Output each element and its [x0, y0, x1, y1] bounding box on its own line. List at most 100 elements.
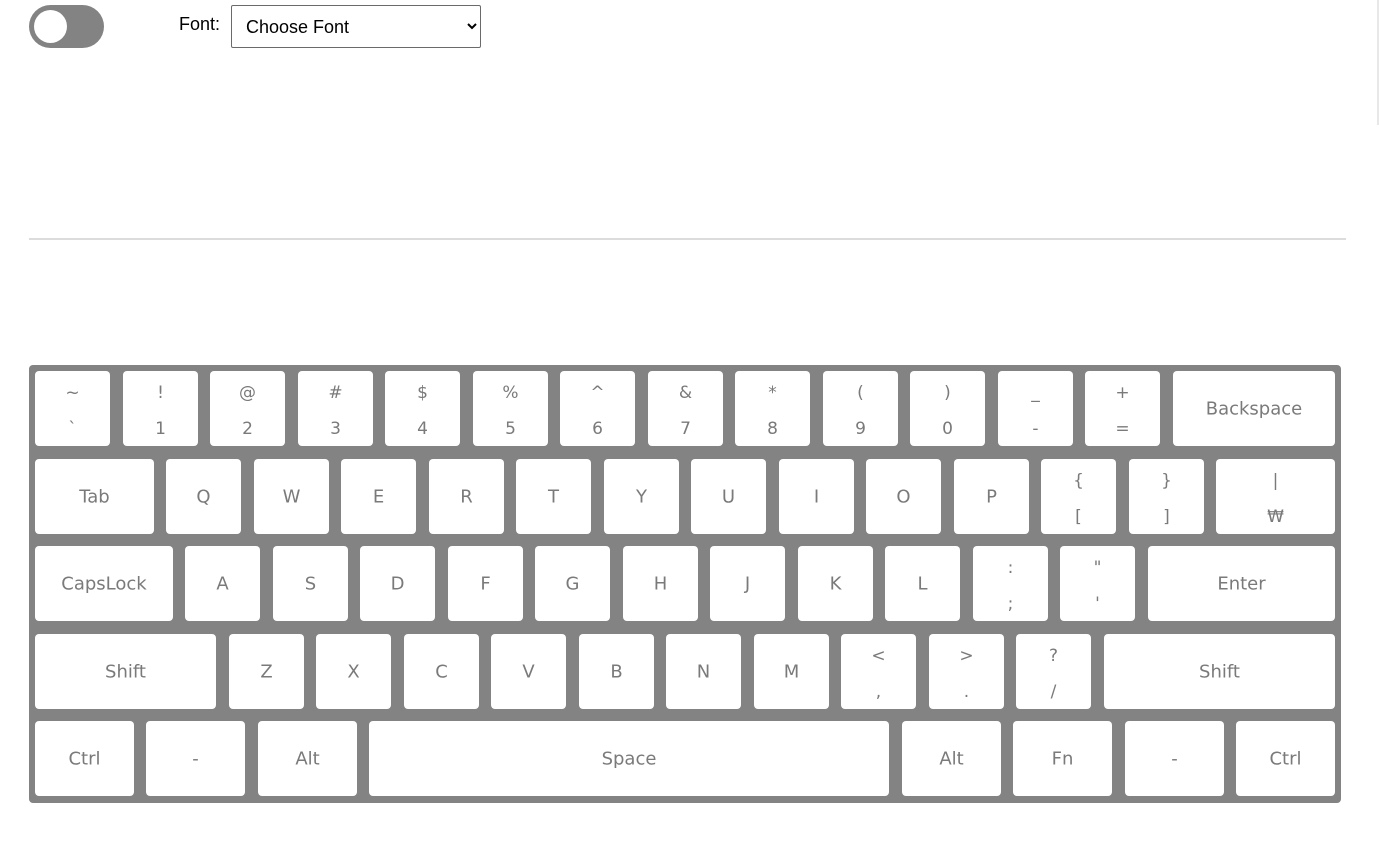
key-p[interactable]: P [954, 459, 1029, 534]
key-v[interactable]: V [491, 634, 566, 709]
key-base-label: ; [1007, 594, 1014, 614]
key-base-label: 5 [505, 419, 516, 439]
key-7[interactable]: & 7 [648, 371, 723, 446]
key-shift-label: ) [944, 383, 951, 403]
key-base-label: - [1032, 419, 1039, 439]
key-u[interactable]: U [691, 459, 766, 534]
key-shift[interactable]: Shift [35, 634, 216, 709]
key-base-label: . [963, 682, 970, 702]
key-a[interactable]: A [185, 546, 260, 621]
key-w[interactable]: W [254, 459, 329, 534]
key-minus[interactable]: - [146, 721, 245, 796]
key-y[interactable]: Y [604, 459, 679, 534]
key-fn[interactable]: Fn [1013, 721, 1112, 796]
key-base-label: ' [1095, 594, 1100, 614]
key-m[interactable]: M [754, 634, 829, 709]
key-label: Shift [1199, 661, 1240, 682]
key-space[interactable]: Space [369, 721, 889, 796]
key-label: - [1171, 748, 1178, 769]
key-s[interactable]: S [273, 546, 348, 621]
key-f[interactable]: F [448, 546, 523, 621]
key-label: Fn [1051, 748, 1074, 769]
key-label: Ctrl [1269, 748, 1302, 769]
key-base-label: , [875, 682, 882, 702]
key-alt[interactable]: Alt [258, 721, 357, 796]
key-comma[interactable]: <, [841, 634, 916, 709]
key-label: X [347, 661, 360, 682]
key-ctrl[interactable]: Ctrl [35, 721, 134, 796]
font-select[interactable]: Choose Font [231, 5, 481, 48]
key-enter[interactable]: Enter [1148, 546, 1335, 621]
key-q[interactable]: Q [166, 459, 241, 534]
key-bracket-close[interactable]: }] [1129, 459, 1204, 534]
key-b[interactable]: B [579, 634, 654, 709]
key-label: Shift [105, 661, 146, 682]
key-ctrl[interactable]: Ctrl [1236, 721, 1335, 796]
key-base-label: 8 [767, 419, 778, 439]
key-label: W [282, 486, 301, 507]
key-label: U [721, 486, 736, 507]
key-shift[interactable]: Shift [1104, 634, 1335, 709]
key-g[interactable]: G [535, 546, 610, 621]
key-won[interactable]: | ₩ [1216, 459, 1335, 534]
key-base-label: 6 [592, 419, 603, 439]
key-e[interactable]: E [341, 459, 416, 534]
key-period[interactable]: >. [929, 634, 1004, 709]
key-n[interactable]: N [666, 634, 741, 709]
key-8[interactable]: * 8 [735, 371, 810, 446]
key-k[interactable]: K [798, 546, 873, 621]
key-r[interactable]: R [429, 459, 504, 534]
key-label: Y [636, 486, 647, 507]
key-minus[interactable]: - [1125, 721, 1224, 796]
key-base-label: 9 [855, 419, 866, 439]
key-label: A [216, 573, 229, 594]
key-shift-label: # [328, 383, 343, 403]
key-j[interactable]: J [710, 546, 785, 621]
key-h[interactable]: H [623, 546, 698, 621]
key-backspace[interactable]: Backspace [1173, 371, 1335, 446]
key-2[interactable]: @2 [210, 371, 285, 446]
key-shift-label: } [1161, 471, 1172, 491]
key-minus[interactable]: _ - [998, 371, 1073, 446]
key-label: B [610, 661, 623, 682]
key-label: E [372, 486, 385, 507]
key-label: S [304, 573, 317, 594]
key-x[interactable]: X [316, 634, 391, 709]
key-semicolon[interactable]: :; [973, 546, 1048, 621]
key-label: Z [260, 661, 273, 682]
key-o[interactable]: O [866, 459, 941, 534]
key-i[interactable]: I [779, 459, 854, 534]
key-backtick[interactable]: ~ ` [35, 371, 110, 446]
key-0[interactable]: ) 0 [910, 371, 985, 446]
key-label: Alt [295, 748, 320, 769]
key-shift-label: & [678, 383, 693, 403]
key-shift-label: _ [1031, 383, 1040, 403]
key-equals[interactable]: + = [1085, 371, 1160, 446]
key-label: D [390, 573, 405, 594]
key-label: Backspace [1205, 398, 1303, 419]
key-shift-label: ( [857, 383, 864, 403]
key-label: T [548, 486, 559, 507]
key-d[interactable]: D [360, 546, 435, 621]
key-base-label: ₩ [1267, 507, 1284, 527]
theme-toggle[interactable] [29, 5, 104, 48]
key-bracket-open[interactable]: {[ [1041, 459, 1116, 534]
key-4[interactable]: $4 [385, 371, 460, 446]
key-l[interactable]: L [885, 546, 960, 621]
key-c[interactable]: C [404, 634, 479, 709]
key-5[interactable]: % 5 [473, 371, 548, 446]
key-9[interactable]: (9 [823, 371, 898, 446]
key-6[interactable]: ^ 6 [560, 371, 635, 446]
key-apostrophe[interactable]: " ' [1060, 546, 1135, 621]
key-1[interactable]: ! 1 [123, 371, 198, 446]
key-3[interactable]: #3 [298, 371, 373, 446]
key-z[interactable]: Z [229, 634, 304, 709]
key-shift-label: ~ [65, 383, 80, 403]
key-slash[interactable]: ? / [1016, 634, 1091, 709]
key-tab[interactable]: Tab [35, 459, 154, 534]
key-t[interactable]: T [516, 459, 591, 534]
key-capslock[interactable]: CapsLock [35, 546, 173, 621]
key-label: P [986, 486, 997, 507]
key-base-label: 4 [417, 419, 428, 439]
key-alt[interactable]: Alt [902, 721, 1001, 796]
